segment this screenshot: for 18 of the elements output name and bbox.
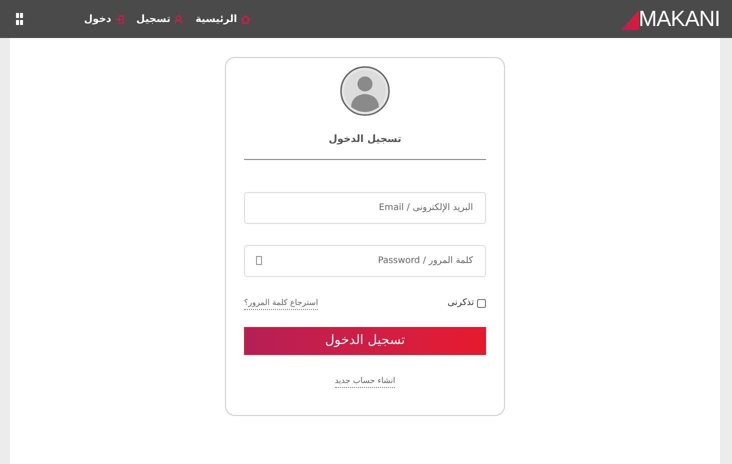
remember-label: تذكرنى [448, 297, 474, 310]
grid-icon[interactable] [16, 13, 24, 25]
password-field[interactable]: كلمة المرور / Password [244, 245, 486, 277]
form-title: تسجيل الدخول [328, 133, 402, 147]
nav-link[interactable]: دخول [84, 12, 112, 26]
user-icon [174, 14, 184, 24]
logo-text: MAKANI [638, 8, 720, 30]
email-field[interactable]: البريد الإلكترونى / Email [244, 192, 486, 224]
nav-link[interactable]: تسجيل [136, 12, 170, 26]
register-link[interactable]: انشاء حساب جديد [334, 374, 396, 388]
remember-checkbox[interactable] [477, 299, 486, 308]
nav-link[interactable]: الرئيسية [195, 12, 238, 26]
login-icon [115, 14, 124, 24]
avatar-icon [340, 66, 390, 116]
login-button[interactable]: تسجيل الدخول [244, 326, 486, 354]
forgot-password-link[interactable]: استرجاع كلمة المرور؟ [244, 297, 318, 310]
home-icon [241, 14, 250, 24]
logo-icon [620, 10, 639, 30]
